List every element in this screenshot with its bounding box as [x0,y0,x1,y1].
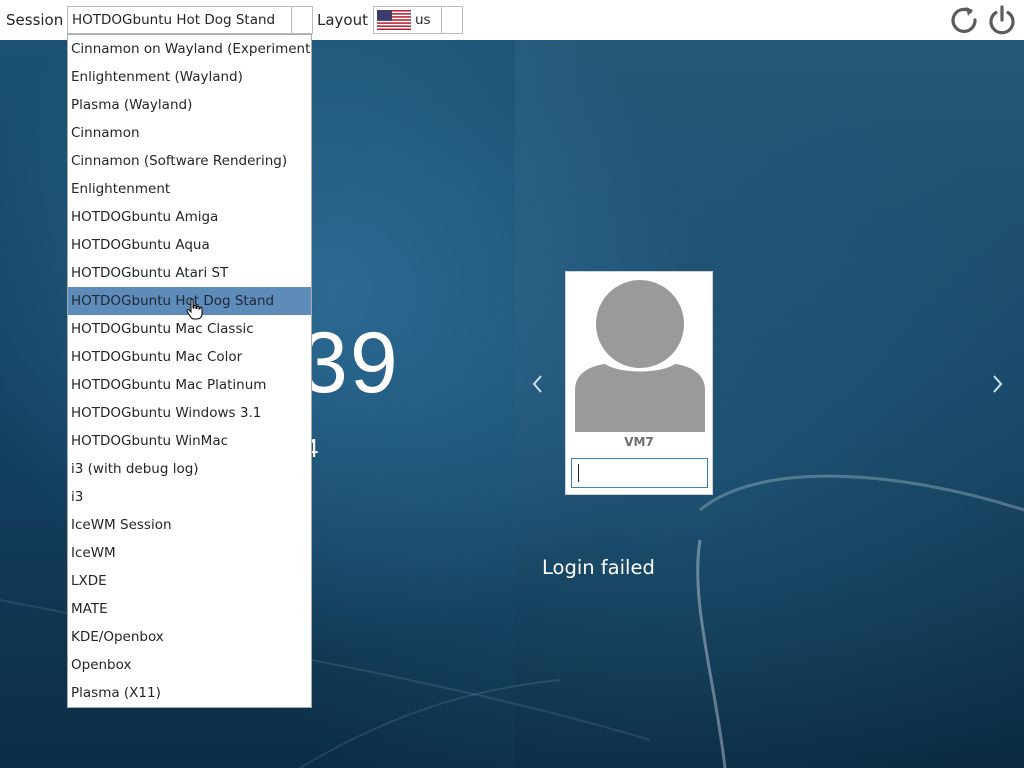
session-dropdown-list[interactable]: Cinnamon on Wayland (Experimental) Enligh… [67,34,312,708]
clock-time: 39 [300,315,400,411]
session-option[interactable]: Plasma (Wayland) [68,91,311,119]
layout-select-value: us [415,12,431,28]
session-option[interactable]: i3 [68,483,311,511]
session-option[interactable]: IceWM Session [68,511,311,539]
session-option[interactable]: i3 (with debug log) [68,455,311,483]
session-option[interactable]: HOTDOGbuntu Windows 3.1 [68,399,311,427]
session-option[interactable]: IceWM [68,539,311,567]
session-option[interactable]: Enlightenment (Wayland) [68,63,311,91]
session-option[interactable]: HOTDOGbuntu Mac Color [68,343,311,371]
session-select-arrow[interactable] [291,7,312,33]
session-label: Session [6,11,64,29]
power-icon[interactable] [986,4,1018,36]
password-field[interactable] [571,458,708,488]
layout-select[interactable]: us [373,6,463,34]
session-option[interactable]: HOTDOGbuntu Atari ST [68,259,311,287]
session-option[interactable]: KDE/Openbox [68,623,311,651]
hand-cursor-icon [186,298,203,320]
session-option[interactable]: MATE [68,595,311,623]
previous-user-chevron-icon[interactable] [530,373,546,395]
session-select-value: HOTDOGbuntu Hot Dog Stand [72,12,276,28]
layout-label: Layout [317,11,368,29]
session-option[interactable]: Cinnamon (Software Rendering) [68,147,311,175]
session-select[interactable]: HOTDOGbuntu Hot Dog Stand [67,6,313,34]
session-option[interactable]: HOTDOGbuntu Amiga [68,203,311,231]
text-caret [578,464,579,482]
session-option[interactable]: HOTDOGbuntu WinMac [68,427,311,455]
session-option[interactable]: Cinnamon on Wayland (Experimental) [68,35,311,63]
session-option[interactable]: Plasma (X11) [68,679,311,707]
session-option[interactable]: Cinnamon [68,119,311,147]
reboot-icon[interactable] [948,4,980,36]
session-option[interactable]: Enlightenment [68,175,311,203]
us-flag-icon [377,10,411,30]
session-option[interactable]: HOTDOGbuntu Aqua [68,231,311,259]
login-status-message: Login failed [542,556,655,579]
username-label: VM7 [624,435,654,449]
layout-select-arrow[interactable] [441,7,462,33]
user-card[interactable]: VM7 [565,271,713,495]
user-avatar-icon [575,280,705,432]
session-option[interactable]: HOTDOGbuntu Mac Platinum [68,371,311,399]
session-option[interactable]: Openbox [68,651,311,679]
next-user-chevron-icon[interactable] [989,373,1005,395]
session-option[interactable]: LXDE [68,567,311,595]
